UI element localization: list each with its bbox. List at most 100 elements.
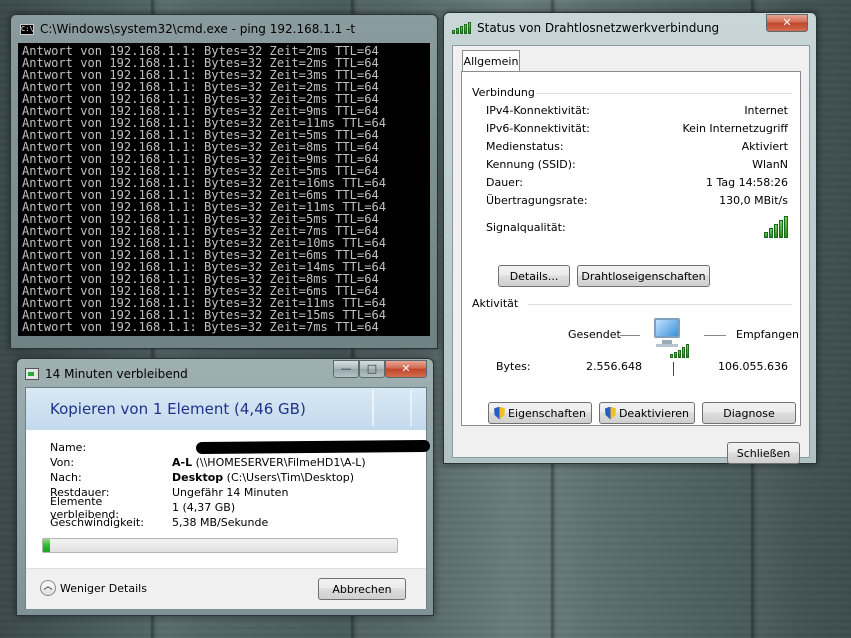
copy-header: Kopieren von 1 Element (4,46 GB) xyxy=(26,388,426,430)
signal-bar xyxy=(774,224,778,238)
copy-titlebar[interactable]: 14 Minuten verbleibend xyxy=(25,363,188,385)
console-icon: C:\ xyxy=(20,23,34,35)
console-output[interactable]: Antwort von 192.168.1.1: Bytes=32 Zeit=2… xyxy=(18,43,430,336)
wlan-titlebar[interactable]: Status von Drahtlosnetzwerkverbindung xyxy=(452,18,719,38)
to-value[interactable]: Desktop (C:\Users\Tim\Desktop) xyxy=(172,471,354,484)
signal-bar xyxy=(779,220,783,238)
received-line xyxy=(704,335,726,336)
maximize-button[interactable]: □ xyxy=(359,360,385,378)
caption-buttons: — □ ✕ xyxy=(333,360,427,378)
copy-progress-icon xyxy=(25,368,39,380)
sent-line xyxy=(620,335,640,336)
cancel-button[interactable]: Abbrechen xyxy=(318,578,406,600)
less-details-label[interactable]: Weniger Details xyxy=(60,582,147,595)
speed-value: 5,38 MB/Sekunde xyxy=(172,516,269,529)
close-button[interactable]: ✕ xyxy=(385,360,427,378)
detail-row-name: Name: xyxy=(50,439,431,455)
wlan-window-title: Status von Drahtlosnetzwerkverbindung xyxy=(477,21,720,35)
field-value: WlanN xyxy=(752,158,788,171)
field-speed: Übertragungsrate: 130,0 MBit/s xyxy=(486,194,788,210)
properties-button-label: Eigenschaften xyxy=(508,406,586,420)
bytes-label: Bytes: xyxy=(496,360,531,373)
copy-dialog[interactable]: 14 Minuten verbleibend — □ ✕ Kopieren vo… xyxy=(16,358,434,616)
redacted-filename xyxy=(195,439,431,455)
disable-button[interactable]: Deaktivieren xyxy=(599,402,695,424)
detail-row-speed: Geschwindigkeit: 5,38 MB/Sekunde xyxy=(50,515,420,530)
activity-group-label: Aktivität xyxy=(472,297,519,310)
items-remaining-value: 1 (4,37 GB) xyxy=(172,501,236,514)
copy-details: Name: Von: A-L (\\HOMESERVER\FilmeHD1\A-… xyxy=(50,439,431,530)
field-value: Internet xyxy=(744,104,788,117)
cmd-titlebar[interactable]: C:\ C:\Windows\system32\cmd.exe - ping 1… xyxy=(18,15,430,43)
activity-group-divider xyxy=(528,304,792,305)
signal-bar xyxy=(784,216,788,238)
field-value: 130,0 MBit/s xyxy=(719,194,788,207)
bytes-received-value: 106.055.636 xyxy=(718,360,788,373)
speed-label: Geschwindigkeit: xyxy=(50,516,144,529)
field-ipv6: IPv6-Konnektivität: Kein Internetzugriff xyxy=(486,122,788,138)
signal-quality-label: Signalqualität: xyxy=(486,220,566,234)
field-ipv4: IPv4-Konnektivität: Internet xyxy=(486,104,788,120)
uac-shield-icon xyxy=(604,406,616,420)
detail-row-items-remaining: Elemente verbleibend: 1 (4,37 GB) xyxy=(50,495,420,521)
sent-label: Gesendet xyxy=(568,328,621,341)
tab-allgemein[interactable]: Allgemein xyxy=(462,50,520,72)
console-line: Antwort von 192.168.1.1: Bytes=32 Zeit=7… xyxy=(22,320,379,334)
field-value: Kein Internetzugriff xyxy=(682,122,788,135)
minimize-button[interactable]: — xyxy=(333,360,359,378)
signal-bar xyxy=(769,228,773,238)
field-duration: Dauer: 1 Tag 14:58:26 xyxy=(486,176,788,192)
bytes-sent-value: 2.556.648 xyxy=(586,360,642,373)
field-label: IPv6-Konnektivität: xyxy=(486,122,590,135)
cmd-window-title: C:\Windows\system32\cmd.exe - ping 192.1… xyxy=(40,22,356,36)
network-computer-icon xyxy=(650,316,690,360)
field-label: Übertragungsrate: xyxy=(486,194,588,207)
wlan-status-dialog[interactable]: Status von Drahtlosnetzwerkverbindung ✕ … xyxy=(443,12,817,464)
details-button[interactable]: Details... xyxy=(498,265,570,287)
close-dialog-button[interactable]: Schließen xyxy=(727,442,800,464)
less-details-toggle[interactable]: ︿ Weniger Details xyxy=(40,580,147,596)
detail-row-from: Von: A-L (\\HOMESERVER\FilmeHD1\A-L) xyxy=(50,455,420,470)
diagnose-button[interactable]: Diagnose xyxy=(702,402,796,424)
properties-button[interactable]: Eigenschaften xyxy=(488,402,592,424)
disable-button-label: Deaktivieren xyxy=(618,406,690,420)
field-media-status: Medienstatus: Aktiviert xyxy=(486,140,788,156)
signal-bar xyxy=(764,232,768,238)
field-value: 1 Tag 14:58:26 xyxy=(705,176,788,189)
copy-progress-fill xyxy=(43,539,51,552)
wireless-signal-icon xyxy=(452,22,471,34)
from-value[interactable]: A-L (\\HOMESERVER\FilmeHD1\A-L) xyxy=(172,456,366,469)
to-folder[interactable]: Desktop xyxy=(172,471,223,484)
close-button[interactable]: ✕ xyxy=(766,14,808,32)
general-tab-page: Verbindung IPv4-Konnektivität: Internet … xyxy=(461,71,801,426)
signal-strength-icon xyxy=(764,216,788,238)
remaining-time-value: Ungefähr 14 Minuten xyxy=(172,486,289,499)
to-label: Nach: xyxy=(50,471,82,484)
field-label: Kennung (SSID): xyxy=(486,158,576,171)
name-label: Name: xyxy=(50,441,87,454)
wlan-panel: Allgemein Verbindung IPv4-Konnektivität:… xyxy=(452,45,810,464)
connection-group-label: Verbindung xyxy=(472,86,535,99)
chevron-up-icon[interactable]: ︿ xyxy=(40,580,56,596)
uac-shield-icon xyxy=(494,406,506,420)
copy-footer: ︿ Weniger Details Abbrechen xyxy=(26,568,426,609)
connection-group-divider xyxy=(536,93,792,94)
wireless-properties-button[interactable]: Drahtloseigenschaften xyxy=(577,265,710,287)
field-value: Aktiviert xyxy=(741,140,788,153)
field-signal-quality: Signalqualität: xyxy=(486,215,788,239)
field-ssid: Kennung (SSID): WlanN xyxy=(486,158,788,174)
copy-window-title: 14 Minuten verbleibend xyxy=(45,367,188,381)
copy-watermark-graphic xyxy=(372,390,412,426)
copy-progress-bar xyxy=(42,538,398,553)
bytes-divider xyxy=(673,362,674,376)
copy-heading: Kopieren von 1 Element (4,46 GB) xyxy=(50,400,306,418)
cmd-window[interactable]: C:\ C:\Windows\system32\cmd.exe - ping 1… xyxy=(10,14,438,349)
detail-row-to: Nach: Desktop (C:\Users\Tim\Desktop) xyxy=(50,470,420,485)
field-label: Medienstatus: xyxy=(486,140,564,153)
received-label: Empfangen xyxy=(736,328,799,341)
from-folder[interactable]: A-L xyxy=(172,456,192,469)
to-path: (C:\Users\Tim\Desktop) xyxy=(223,471,355,484)
from-label: Von: xyxy=(50,456,75,469)
field-label: Dauer: xyxy=(486,176,523,189)
field-label: IPv4-Konnektivität: xyxy=(486,104,590,117)
